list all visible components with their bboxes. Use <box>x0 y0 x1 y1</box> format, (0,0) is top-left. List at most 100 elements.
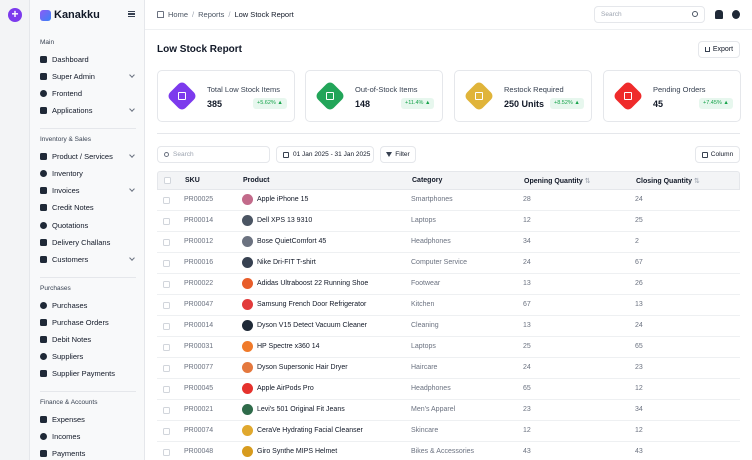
export-button[interactable]: Export <box>698 41 740 58</box>
row-checkbox[interactable] <box>163 428 170 435</box>
cell-product[interactable]: Levi's 501 Original Fit Jeans <box>242 404 345 415</box>
breadcrumb-home[interactable]: Home <box>168 10 188 19</box>
brand[interactable]: Kanakku <box>40 9 100 21</box>
menu-toggle-icon[interactable] <box>128 11 135 17</box>
table-row[interactable]: PR00016 Nike Dri-FIT T-shirt Computer Serv… <box>157 253 740 274</box>
cell-product[interactable]: Giro Synthe MIPS Helmet <box>242 446 337 457</box>
sidebar-item-payments[interactable]: Payments <box>40 446 136 460</box>
table-row[interactable]: PR00077 Dyson Supersonic Hair Dryer Hairca… <box>157 358 740 379</box>
row-checkbox[interactable] <box>163 197 170 204</box>
row-checkbox[interactable] <box>163 302 170 309</box>
product-name: Nike Dri-FIT T-shirt <box>257 259 316 266</box>
sidebar-item-super-admin[interactable]: Super Admin <box>40 69 136 83</box>
row-checkbox[interactable] <box>163 344 170 351</box>
row-checkbox[interactable] <box>163 218 170 225</box>
settings-gear-icon[interactable] <box>732 10 740 19</box>
cell-product[interactable]: Samsung French Door Refrigerator <box>242 299 366 310</box>
sidebar-item-frontend[interactable]: Frontend <box>40 86 136 100</box>
cell-product[interactable]: Apple AirPods Pro <box>242 383 314 394</box>
sidebar-item-supplier-payments[interactable]: Supplier Payments <box>40 366 136 380</box>
cell-product[interactable]: Dyson Supersonic Hair Dryer <box>242 362 348 373</box>
sidebar-item-quotations[interactable]: Quotations <box>40 218 136 232</box>
sidebar-item-applications[interactable]: Applications <box>40 103 136 117</box>
sidebar-item-purchases[interactable]: Purchases <box>40 298 136 312</box>
sidebar-item-invoices[interactable]: Invoices <box>40 183 136 197</box>
product-thumbnail <box>242 446 253 457</box>
row-checkbox[interactable] <box>163 260 170 267</box>
row-checkbox[interactable] <box>163 239 170 246</box>
date-range-picker[interactable]: 01 Jan 2025 - 31 Jan 2025 <box>276 146 374 163</box>
cell-product[interactable]: Nike Dri-FIT T-shirt <box>242 257 316 268</box>
stat-change-badge: +5.62% ▲ <box>253 98 287 109</box>
sidebar-item-dashboard[interactable]: Dashboard <box>40 52 136 66</box>
table-row[interactable]: PR00014 Dell XPS 13 9310 Laptops 12 25 <box>157 211 740 232</box>
cell-product[interactable]: CeraVe Hydrating Facial Cleanser <box>242 425 363 436</box>
filter-button[interactable]: Filter <box>380 146 416 163</box>
row-checkbox[interactable] <box>163 407 170 414</box>
cell-product[interactable]: Apple iPhone 15 <box>242 194 308 205</box>
header-closing-quantity[interactable]: Closing Quantity ⇅ <box>636 177 700 185</box>
chevron-down-icon[interactable] <box>129 186 135 192</box>
sidebar-item-incomes[interactable]: Incomes <box>40 429 136 443</box>
cell-category: Skincare <box>411 427 439 434</box>
cell-product[interactable]: HP Spectre x360 14 <box>242 341 320 352</box>
breadcrumb-reports[interactable]: Reports <box>198 10 224 19</box>
header-sku[interactable]: SKU <box>185 177 200 184</box>
global-search-input[interactable]: Search <box>594 6 705 23</box>
sidebar-item-purchase-orders[interactable]: Purchase Orders <box>40 315 136 329</box>
table-row[interactable]: PR00048 Giro Synthe MIPS Helmet Bikes & Ac… <box>157 442 740 460</box>
row-checkbox[interactable] <box>163 323 170 330</box>
purchase-icon <box>40 301 47 309</box>
table-row[interactable]: PR00045 Apple AirPods Pro Headphones 65 12 <box>157 379 740 400</box>
row-checkbox[interactable] <box>163 365 170 372</box>
sort-icon[interactable]: ⇅ <box>694 178 700 185</box>
cell-product[interactable]: Dell XPS 13 9310 <box>242 215 312 226</box>
sidebar-item-label: Super Admin <box>52 71 95 81</box>
select-all-checkbox[interactable] <box>164 177 171 184</box>
cell-closing-quantity: 34 <box>635 406 643 413</box>
sidebar-item-inventory[interactable]: Inventory <box>40 166 136 180</box>
table-row[interactable]: PR00074 CeraVe Hydrating Facial Cleanser S… <box>157 421 740 442</box>
sidebar-section-title: Purchases <box>40 285 71 292</box>
sidebar-item-product-services[interactable]: Product / Services <box>40 149 136 163</box>
chevron-down-icon[interactable] <box>129 152 135 158</box>
cell-product[interactable]: Dyson V15 Detect Vacuum Cleaner <box>242 320 367 331</box>
cell-product[interactable]: Bose QuietComfort 45 <box>242 236 326 247</box>
table-row[interactable]: PR00012 Bose QuietComfort 45 Headphones 34 2 <box>157 232 740 253</box>
sidebar-item-suppliers[interactable]: Suppliers <box>40 349 136 363</box>
header-opening-quantity[interactable]: Opening Quantity ⇅ <box>524 177 591 185</box>
column-button[interactable]: Column <box>695 146 740 163</box>
row-checkbox[interactable] <box>163 449 170 456</box>
notification-bell-icon[interactable] <box>715 10 723 19</box>
table-row[interactable]: PR00021 Levi's 501 Original Fit Jeans Men'… <box>157 400 740 421</box>
sidebar-item-delivery-challans[interactable]: Delivery Challans <box>40 235 136 249</box>
sidebar-item-credit-notes[interactable]: Credit Notes <box>40 200 136 214</box>
sidebar-item-expenses[interactable]: Expenses <box>40 412 136 426</box>
table-search-input[interactable]: Search <box>157 146 270 163</box>
header-category[interactable]: Category <box>412 177 442 184</box>
row-checkbox[interactable] <box>163 386 170 393</box>
table-row[interactable]: PR00014 Dyson V15 Detect Vacuum Cleaner Cl… <box>157 316 740 337</box>
cell-closing-quantity: 43 <box>635 448 643 455</box>
add-icon[interactable]: + <box>8 8 22 22</box>
home-icon[interactable] <box>157 11 164 18</box>
sidebar-item-customers[interactable]: Customers <box>40 252 136 266</box>
cell-product[interactable]: Adidas Ultraboost 22 Running Shoe <box>242 278 368 289</box>
table-row[interactable]: PR00025 Apple iPhone 15 Smartphones 28 24 <box>157 190 740 211</box>
sort-icon[interactable]: ⇅ <box>585 178 591 185</box>
cell-category: Laptops <box>411 217 436 224</box>
chevron-down-icon[interactable] <box>129 255 135 261</box>
sidebar-item-debit-notes[interactable]: Debit Notes <box>40 332 136 346</box>
page-title: Low Stock Report <box>157 44 243 55</box>
chevron-down-icon[interactable] <box>129 106 135 112</box>
header-product[interactable]: Product <box>243 177 269 184</box>
sidebar-divider <box>40 128 136 129</box>
table-row[interactable]: PR00031 HP Spectre x360 14 Laptops 25 65 <box>157 337 740 358</box>
row-checkbox[interactable] <box>163 281 170 288</box>
box-icon <box>178 92 186 100</box>
income-icon <box>40 432 47 440</box>
table-row[interactable]: PR00022 Adidas Ultraboost 22 Running Shoe… <box>157 274 740 295</box>
table-row[interactable]: PR00047 Samsung French Door Refrigerator K… <box>157 295 740 316</box>
chevron-down-icon[interactable] <box>129 72 135 78</box>
product-name: Samsung French Door Refrigerator <box>257 301 367 308</box>
